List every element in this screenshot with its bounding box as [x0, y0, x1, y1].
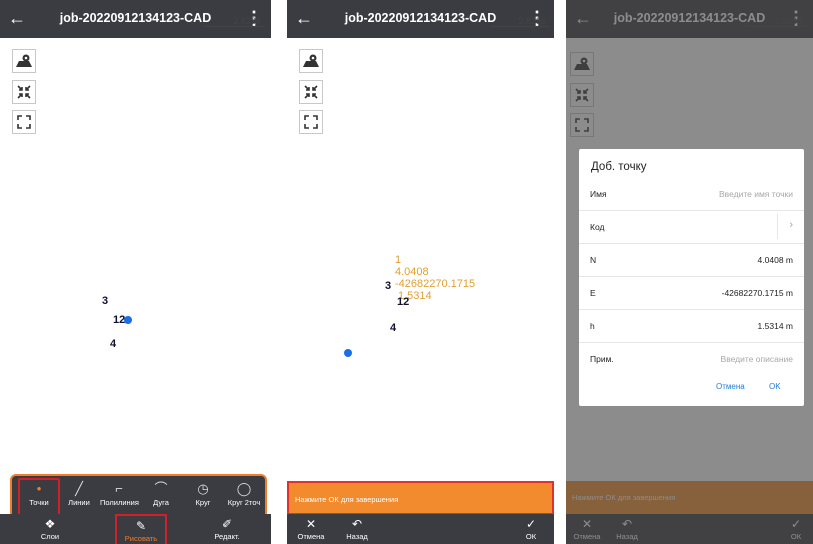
edit-icon: ✐ [221, 517, 233, 531]
note-input-placeholder[interactable]: Введите описание [721, 354, 793, 364]
tool-circle-2pt[interactable]: ◯ Круг 2точ [225, 480, 263, 507]
map-point-3[interactable]: 3 [385, 280, 391, 292]
fullscreen-icon[interactable] [12, 110, 36, 134]
tool-polyline[interactable]: ⌐ Полилиния [100, 480, 139, 507]
nav-layers[interactable]: ❖ Слои [30, 514, 70, 544]
field-label: N [590, 255, 597, 265]
check-icon: ✓ [525, 517, 537, 531]
point-icon: • [36, 481, 42, 496]
zoom-in-arrows-icon[interactable] [12, 80, 36, 104]
scale-value: 2.8236 [233, 16, 261, 26]
name-field[interactable]: Имя Введите имя точки [579, 177, 804, 211]
circle-2pt-icon: ◯ [236, 481, 252, 496]
zoom-in-arrows-icon[interactable] [299, 80, 323, 104]
tool-points[interactable]: • Точки [18, 478, 60, 516]
field-label: Код [590, 222, 605, 232]
nav-label: Редакт. [214, 532, 240, 541]
scale-value: 2.8236 [518, 16, 546, 26]
screen-point-placed: ← job-20220912134123-CAD ⋮ 2.8236 1 4.04… [287, 0, 554, 544]
map-locate-icon[interactable] [299, 49, 323, 73]
nav-label: ОК [525, 532, 537, 541]
tool-arc[interactable]: ⌒ Дуга [142, 480, 180, 507]
nav-ok[interactable]: ✓ ОК [515, 514, 547, 544]
close-icon: ✕ [305, 517, 317, 531]
cancel-button[interactable]: Отмена [716, 382, 745, 391]
field-label: Имя [590, 189, 607, 199]
add-point-dialog: Доб. точку Имя Введите имя точки Код › N… [579, 149, 804, 406]
coord-label-name: 1 [395, 254, 402, 266]
tool-label: Полилиния [100, 498, 139, 507]
scale-bar: 2.8236 [490, 16, 550, 27]
ok-button[interactable]: OK [769, 382, 781, 391]
map-point-4[interactable]: 4 [110, 338, 116, 350]
dialog-title: Доб. точку [591, 161, 647, 173]
screen-add-point-dialog: ← job-20220912134123-CAD ⋮ 2.8236 Нажмит… [566, 0, 813, 544]
field-label: E [590, 288, 596, 298]
tool-label: Круг 2точ [227, 498, 261, 507]
northing-value[interactable]: 4.0408 m [758, 255, 793, 265]
field-label: Прим. [590, 354, 614, 364]
tool-label: Линии [68, 498, 90, 507]
layers-icon: ❖ [44, 517, 56, 531]
current-position-dot [124, 316, 132, 324]
note-field[interactable]: Прим. Введите описание [579, 342, 804, 375]
scale-bar: 2.8236 [205, 16, 265, 27]
nav-back[interactable]: ↶ Назад [339, 514, 375, 544]
polyline-icon: ⌐ [115, 481, 123, 496]
map-point-3[interactable]: 3 [102, 295, 108, 307]
hint-banner: Нажмите ОК для завершения [287, 481, 554, 515]
line-icon: ╱ [75, 481, 83, 496]
chevron-right-icon[interactable]: › [789, 219, 793, 231]
fullscreen-icon[interactable] [299, 110, 323, 134]
circle-icon: ◷ [197, 481, 209, 496]
nav-label: Рисовать [124, 534, 158, 543]
name-input-placeholder[interactable]: Введите имя точки [719, 189, 793, 199]
height-field[interactable]: h 1.5314 m [579, 309, 804, 343]
nav-cancel[interactable]: ✕ Отмена [293, 514, 329, 544]
code-field[interactable]: Код › [579, 210, 804, 244]
map-point-4[interactable]: 4 [390, 322, 396, 334]
nav-label: Отмена [297, 532, 325, 541]
coord-label-e: -42682270.1715 [395, 278, 476, 290]
undo-icon: ↶ [351, 517, 363, 531]
nav-edit[interactable]: ✐ Редакт. [205, 514, 249, 544]
nav-label: Слои [40, 532, 60, 541]
tool-lines[interactable]: ╱ Линии [60, 480, 98, 507]
nav-label: Назад [346, 532, 368, 541]
easting-field[interactable]: E -42682270.1715 m [579, 276, 804, 310]
tool-label: Точки [29, 498, 49, 507]
map-point-12[interactable]: 12 [397, 296, 409, 308]
bottom-nav: ✕ Отмена ↶ Назад ✓ ОК [287, 514, 554, 544]
easting-value[interactable]: -42682270.1715 m [722, 288, 793, 298]
screen-draw-mode: ← job-20220912134123-CAD ⋮ 2.8236 3 12 4… [0, 0, 271, 544]
nav-draw[interactable]: ✎ Рисовать [115, 514, 167, 544]
height-value[interactable]: 1.5314 m [758, 321, 793, 331]
pencil-icon: ✎ [135, 519, 147, 533]
northing-field[interactable]: N 4.0408 m [579, 243, 804, 277]
coord-label-n: 4.0408 [395, 266, 429, 278]
map-locate-icon[interactable] [12, 49, 36, 73]
field-label: h [590, 321, 595, 331]
current-position-dot [344, 349, 352, 357]
arc-icon: ⌒ [154, 481, 168, 496]
tool-circle[interactable]: ◷ Круг [184, 480, 222, 507]
bottom-nav: ❖ Слои ✎ Рисовать ✐ Редакт. [0, 514, 271, 544]
tool-label: Дуга [153, 498, 169, 507]
tool-label: Круг [195, 498, 211, 507]
